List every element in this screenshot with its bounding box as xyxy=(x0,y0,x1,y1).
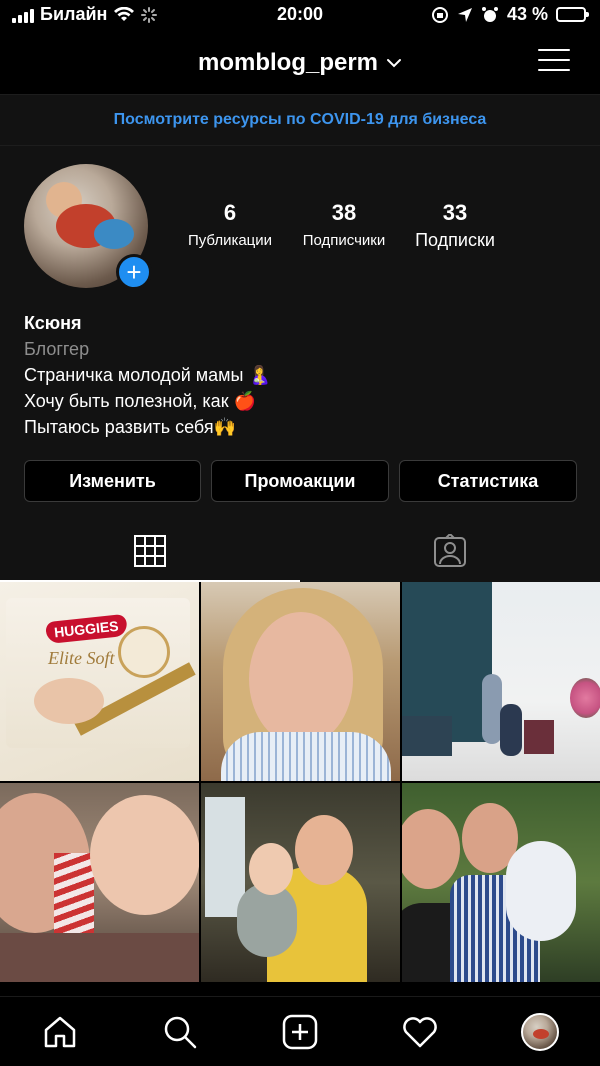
stat-followers-count: 38 xyxy=(331,200,357,225)
statistics-button[interactable]: Статистика xyxy=(399,460,577,502)
stat-posts-count: 6 xyxy=(223,200,237,225)
battery-percent: 43 % xyxy=(506,4,548,24)
post-thumbnail[interactable] xyxy=(402,783,600,982)
stat-following-count: 33 xyxy=(442,200,468,225)
post-brand-subtitle: Elite Soft xyxy=(48,648,115,668)
alarm-icon xyxy=(481,6,498,22)
bio-line: Страничка молодой мамы 🤱 xyxy=(24,365,271,385)
stat-followers[interactable]: 38 Подписчики xyxy=(286,200,402,251)
post-thumbnail[interactable] xyxy=(201,783,400,982)
bottom-navigation xyxy=(0,996,600,1066)
nav-activity[interactable] xyxy=(390,1002,450,1062)
profile-bio: Ксюня Блоггер Страничка молодой мамы 🤱 Х… xyxy=(24,310,584,440)
stat-following-label: Подписки xyxy=(415,230,495,250)
heart-icon xyxy=(403,1016,437,1047)
chevron-down-icon xyxy=(387,59,402,68)
username-label: momblog_perm xyxy=(197,49,379,76)
orientation-lock-icon xyxy=(431,6,448,23)
grid-icon xyxy=(134,535,166,567)
nav-search[interactable] xyxy=(150,1002,210,1062)
stat-followers-label: Подписчики xyxy=(302,232,386,249)
profile-stats: 6 Публикации 38 Подписчики 33 Подписки xyxy=(174,200,508,251)
nav-profile[interactable] xyxy=(510,1002,570,1062)
stat-posts[interactable]: 6 Публикации xyxy=(174,200,286,251)
stat-following[interactable]: 33 Подписки xyxy=(402,200,508,251)
profile-actions: Изменить Промоакции Статистика xyxy=(24,460,577,502)
profile-section: + 6 Публикации 38 Подписчики 33 Подписки… xyxy=(0,146,600,582)
tagged-person-icon xyxy=(434,534,466,567)
nav-new-post[interactable] xyxy=(270,1002,330,1062)
tab-posts-grid[interactable] xyxy=(0,520,300,582)
location-icon xyxy=(457,7,472,22)
post-thumbnail[interactable] xyxy=(0,783,199,982)
stat-posts-label: Публикации xyxy=(187,232,273,249)
promotions-button[interactable]: Промоакции xyxy=(211,460,389,502)
account-switcher[interactable]: momblog_perm xyxy=(198,49,402,77)
posts-grid: HUGGIES Elite Soft xyxy=(0,582,600,982)
profile-header: momblog_perm xyxy=(0,34,600,92)
profile-avatar xyxy=(521,1012,559,1051)
profile-name: Ксюня xyxy=(24,313,82,333)
profile-category: Блоггер xyxy=(24,339,90,359)
search-icon xyxy=(164,1016,197,1048)
tab-tagged[interactable] xyxy=(300,520,600,582)
bio-line: Пытаюсь развить себя🙌 xyxy=(24,417,237,437)
profile-avatar-wrap[interactable]: + xyxy=(24,164,152,290)
profile-tabs xyxy=(0,520,600,582)
covid-resources-link[interactable]: Посмотрите ресурсы по COVID-19 для бизне… xyxy=(0,94,600,146)
battery-icon xyxy=(556,7,589,22)
status-bar: Билайн 20:00 43 % xyxy=(0,0,600,32)
edit-profile-button[interactable]: Изменить xyxy=(24,460,201,502)
nav-home[interactable] xyxy=(30,1002,90,1062)
add-post-icon xyxy=(282,1014,318,1049)
add-story-icon[interactable]: + xyxy=(116,254,152,290)
post-thumbnail[interactable] xyxy=(201,582,400,781)
home-icon xyxy=(44,1016,76,1047)
hamburger-menu-icon[interactable] xyxy=(538,46,570,74)
post-thumbnail[interactable]: HUGGIES Elite Soft xyxy=(0,582,199,781)
status-right: 43 % xyxy=(431,4,589,25)
bio-line: Хочу быть полезной, как 🍎 xyxy=(24,391,256,411)
post-thumbnail[interactable] xyxy=(402,582,600,781)
